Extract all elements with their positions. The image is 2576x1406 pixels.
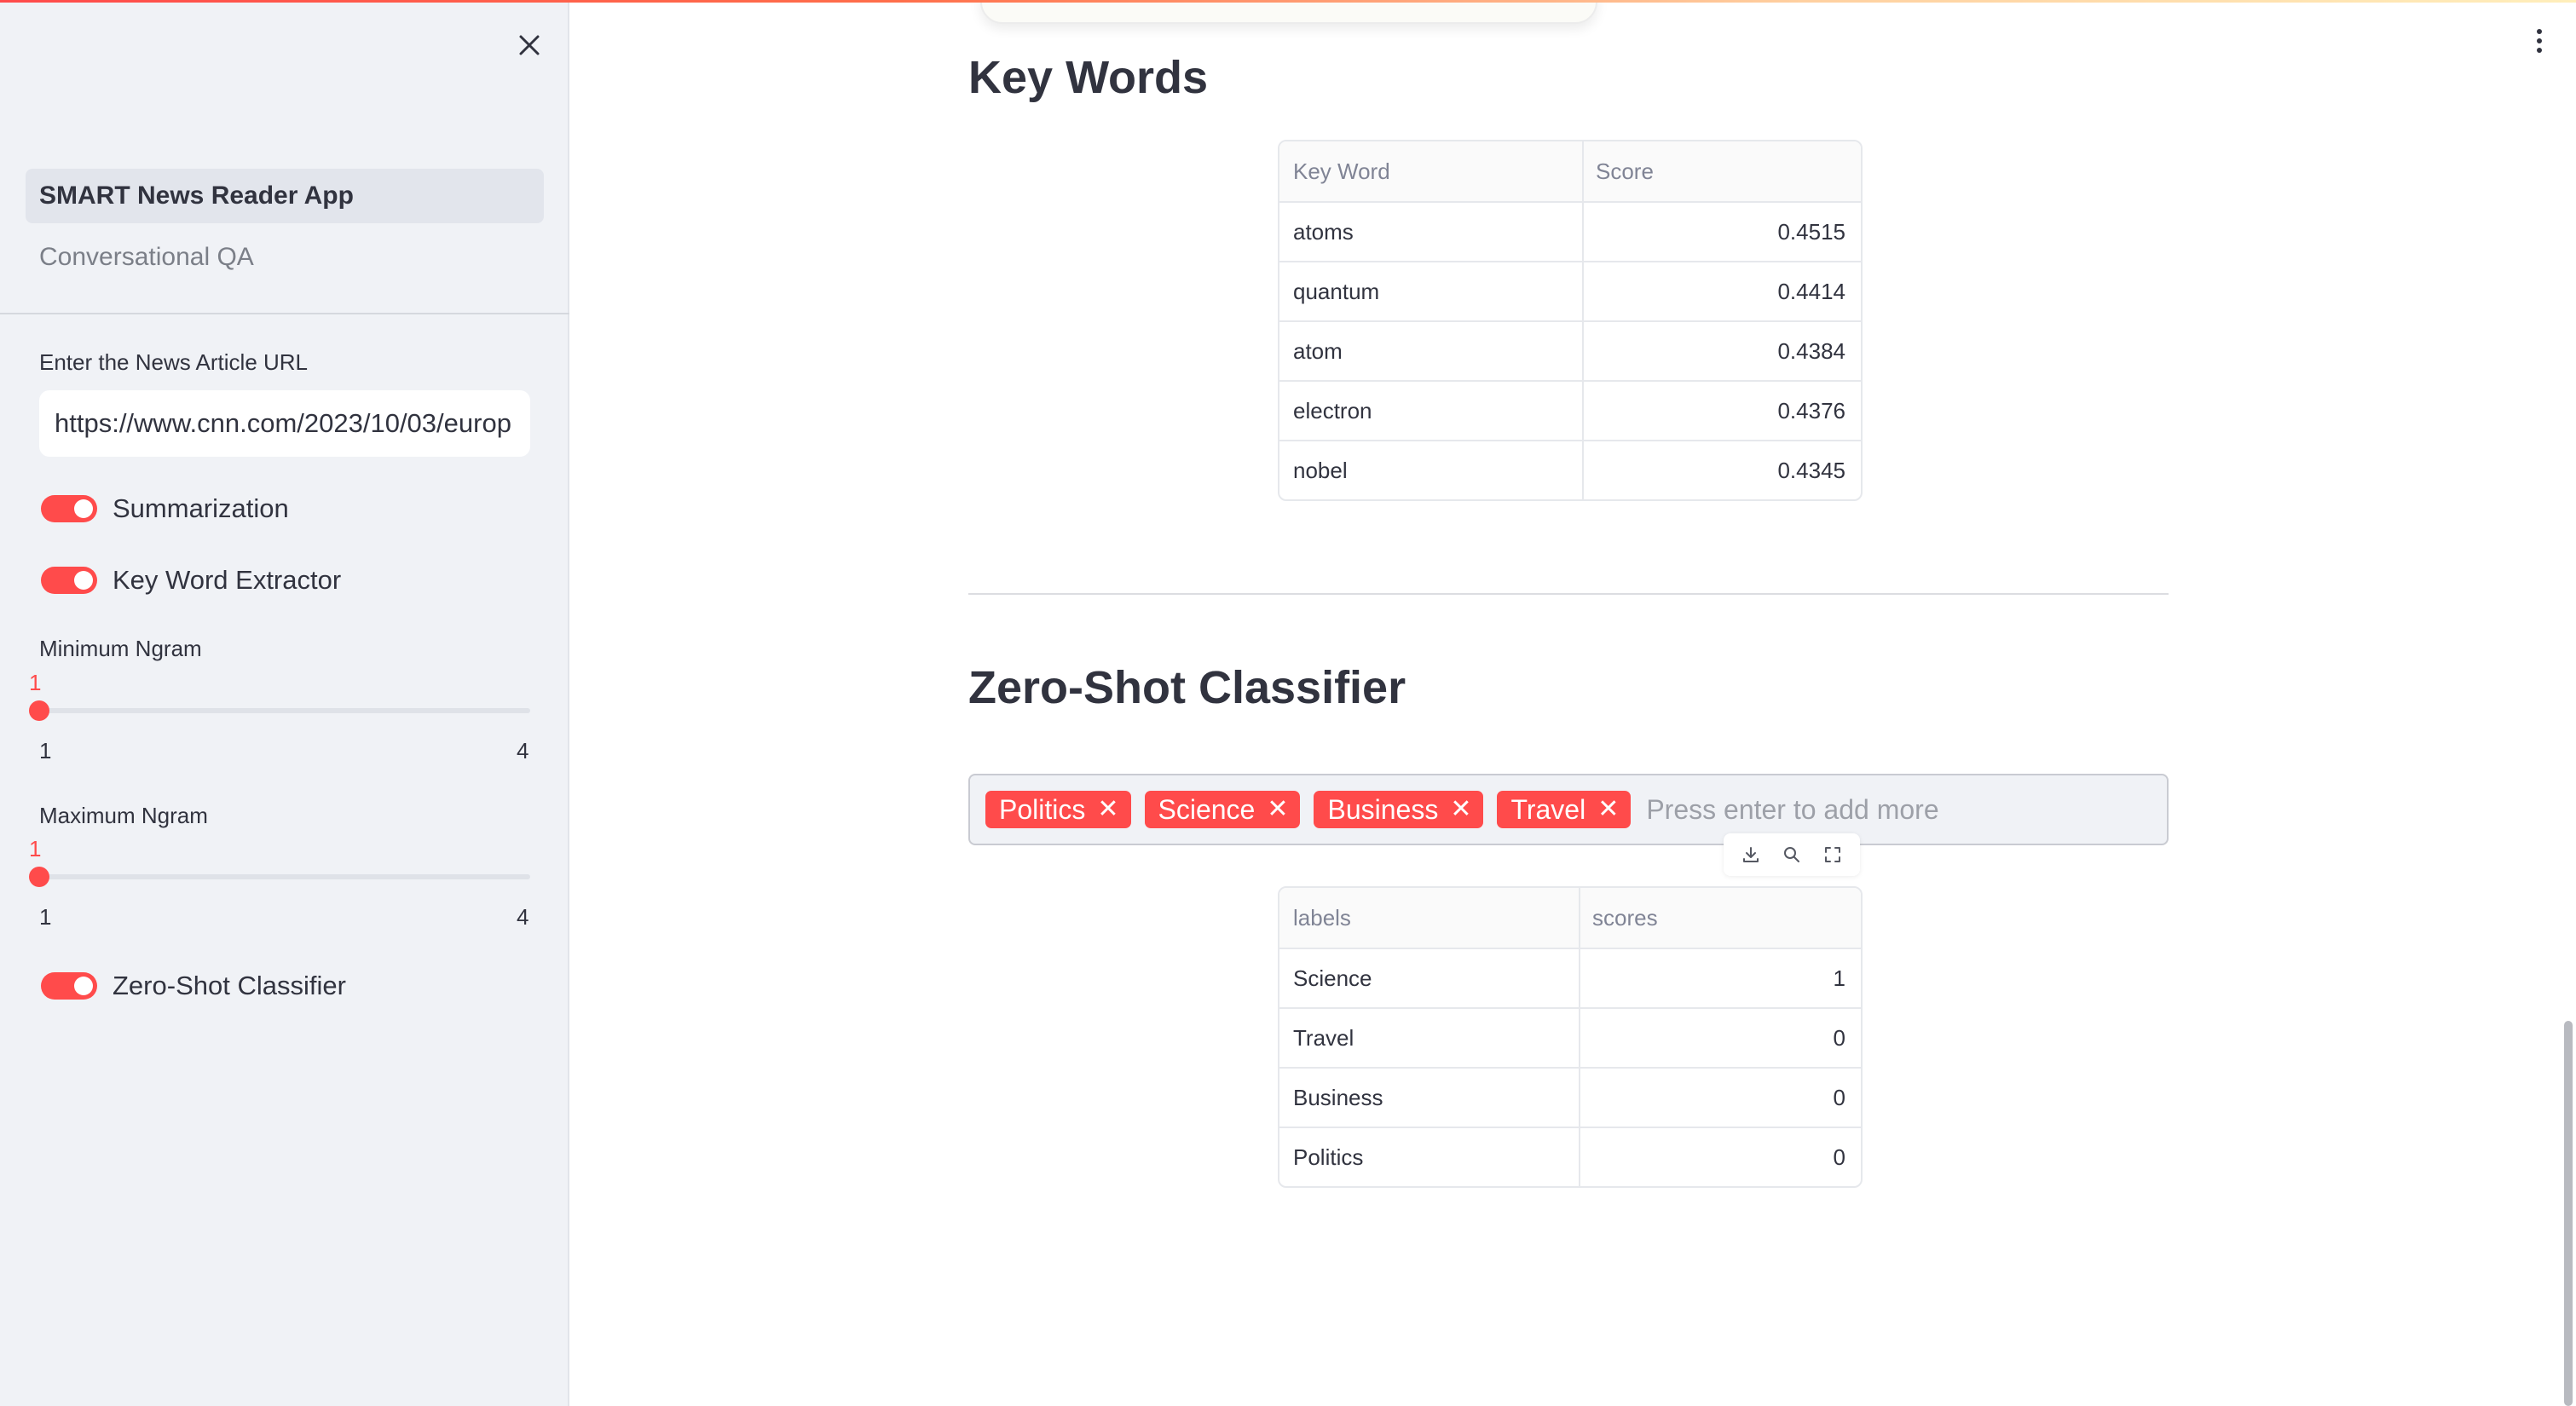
table-header-row: labels scores	[1279, 888, 1861, 948]
keywords-table[interactable]: Key Word Score atoms 0.4515 quantum 0.44…	[1278, 140, 1863, 501]
tag-label: Politics	[999, 793, 1086, 825]
table-cell[interactable]: quantum	[1279, 262, 1584, 320]
nav-item-label: Conversational QA	[39, 243, 254, 271]
sidebar: SMART News Reader App Conversational QA …	[0, 0, 569, 1406]
section-divider	[968, 593, 2169, 595]
table-cell[interactable]: 0.4384	[1584, 322, 1861, 380]
close-icon[interactable]: ✕	[1450, 797, 1471, 822]
summarization-toggle[interactable]: Summarization	[41, 492, 289, 526]
table-cell[interactable]: 0	[1580, 1069, 1861, 1127]
table-row: Business 0	[1279, 1067, 1861, 1127]
table-cell[interactable]: 1	[1580, 949, 1861, 1007]
tag-label: Travel	[1510, 793, 1586, 825]
table-row: Travel 0	[1279, 1007, 1861, 1067]
close-icon[interactable]: ✕	[1097, 797, 1118, 822]
top-accent-bar	[0, 0, 2576, 3]
table-row: nobel 0.4345	[1279, 440, 1861, 499]
column-header[interactable]: Score	[1584, 141, 1861, 201]
table-cell[interactable]: Politics	[1279, 1128, 1580, 1186]
fullscreen-button[interactable]	[1820, 842, 1845, 867]
table-cell[interactable]: 0	[1580, 1128, 1861, 1186]
table-row: atom 0.4384	[1279, 320, 1861, 380]
tag-label: Science	[1158, 793, 1256, 825]
min-ngram-slider-thumb[interactable]	[29, 700, 49, 721]
table-cell[interactable]: electron	[1279, 382, 1584, 440]
toggle-switch[interactable]	[41, 567, 97, 594]
nav-item-label: SMART News Reader App	[39, 182, 354, 210]
close-icon[interactable]: ✕	[1597, 797, 1619, 822]
url-input-value: https://www.cnn.com/2023/10/03/europ	[55, 408, 511, 438]
download-button[interactable]	[1738, 842, 1764, 867]
fullscreen-icon	[1825, 847, 1840, 862]
close-icon	[519, 35, 540, 55]
labels-tag-input[interactable]: Politics ✕ Science ✕ Business ✕ Travel ✕…	[968, 774, 2169, 845]
table-cell[interactable]: 0.4376	[1584, 382, 1861, 440]
min-ngram-label: Minimum Ngram	[39, 636, 202, 661]
table-cell[interactable]: Business	[1279, 1069, 1580, 1127]
table-cell[interactable]: 0	[1580, 1009, 1861, 1067]
keyword-extractor-toggle[interactable]: Key Word Extractor	[41, 563, 341, 597]
tag-input-placeholder[interactable]: Press enter to add more	[1646, 794, 1938, 826]
search-icon	[1784, 847, 1799, 862]
main-scrollbar[interactable]	[2564, 1021, 2573, 1406]
table-cell[interactable]: atoms	[1279, 203, 1584, 261]
max-ngram-current-value: 1	[29, 836, 42, 861]
url-input[interactable]: https://www.cnn.com/2023/10/03/europ	[39, 390, 530, 457]
tag-science[interactable]: Science ✕	[1144, 791, 1301, 828]
nav-item-conversational-qa[interactable]: Conversational QA	[26, 230, 544, 285]
table-cell[interactable]: 0.4515	[1584, 203, 1861, 261]
max-ngram-slider-thumb[interactable]	[29, 867, 49, 887]
min-ngram-max: 4	[517, 738, 529, 764]
table-cell[interactable]: Travel	[1279, 1009, 1580, 1067]
table-search-button[interactable]	[1779, 842, 1805, 867]
column-header[interactable]: Key Word	[1279, 141, 1584, 201]
sidebar-divider	[0, 313, 569, 314]
table-cell[interactable]: Science	[1279, 949, 1580, 1007]
max-ngram-slider-track[interactable]	[39, 874, 530, 879]
keywords-heading: Key Words	[968, 52, 1209, 103]
column-header[interactable]: scores	[1580, 888, 1861, 948]
toggle-switch[interactable]	[41, 495, 97, 522]
table-row: quantum 0.4414	[1279, 261, 1861, 320]
column-header[interactable]: labels	[1279, 888, 1580, 948]
toggle-label: Key Word Extractor	[113, 565, 342, 595]
url-input-label: Enter the News Article URL	[39, 349, 309, 375]
zero-shot-heading: Zero-Shot Classifier	[968, 662, 1406, 713]
toggle-label: Summarization	[113, 493, 289, 523]
nav-item-smart-news-reader[interactable]: SMART News Reader App	[26, 169, 544, 223]
zero-shot-results-table[interactable]: labels scores Science 1 Travel 0 Busines…	[1278, 886, 1863, 1188]
table-cell[interactable]: 0.4345	[1584, 441, 1861, 499]
min-ngram-slider-track[interactable]	[39, 708, 530, 713]
tag-politics[interactable]: Politics ✕	[985, 791, 1131, 828]
toggle-label: Zero-Shot Classifier	[113, 971, 346, 1000]
close-icon[interactable]: ✕	[1267, 797, 1288, 822]
max-ngram-label: Maximum Ngram	[39, 803, 208, 828]
max-ngram-max: 4	[517, 904, 529, 930]
table-cell[interactable]: nobel	[1279, 441, 1584, 499]
tag-label: Business	[1327, 793, 1439, 825]
min-ngram-min: 1	[39, 738, 52, 764]
table-row: electron 0.4376	[1279, 380, 1861, 440]
max-ngram-min: 1	[39, 904, 52, 930]
tag-travel[interactable]: Travel ✕	[1497, 791, 1632, 828]
close-sidebar-button[interactable]	[510, 26, 549, 65]
table-row: Science 1	[1279, 948, 1861, 1007]
table-cell[interactable]: atom	[1279, 322, 1584, 380]
min-ngram-current-value: 1	[29, 670, 42, 695]
tag-business[interactable]: Business ✕	[1314, 791, 1484, 828]
table-toolbar	[1724, 833, 1860, 876]
main-menu-button[interactable]	[2527, 24, 2552, 58]
zero-shot-toggle[interactable]: Zero-Shot Classifier	[41, 969, 346, 1003]
table-cell[interactable]: 0.4414	[1584, 262, 1861, 320]
download-icon	[1743, 847, 1759, 862]
table-header-row: Key Word Score	[1279, 141, 1861, 201]
table-row: Politics 0	[1279, 1127, 1861, 1186]
kebab-menu-icon	[2537, 29, 2542, 34]
toggle-switch[interactable]	[41, 972, 97, 1000]
table-row: atoms 0.4515	[1279, 201, 1861, 261]
top-popover	[980, 0, 1597, 24]
